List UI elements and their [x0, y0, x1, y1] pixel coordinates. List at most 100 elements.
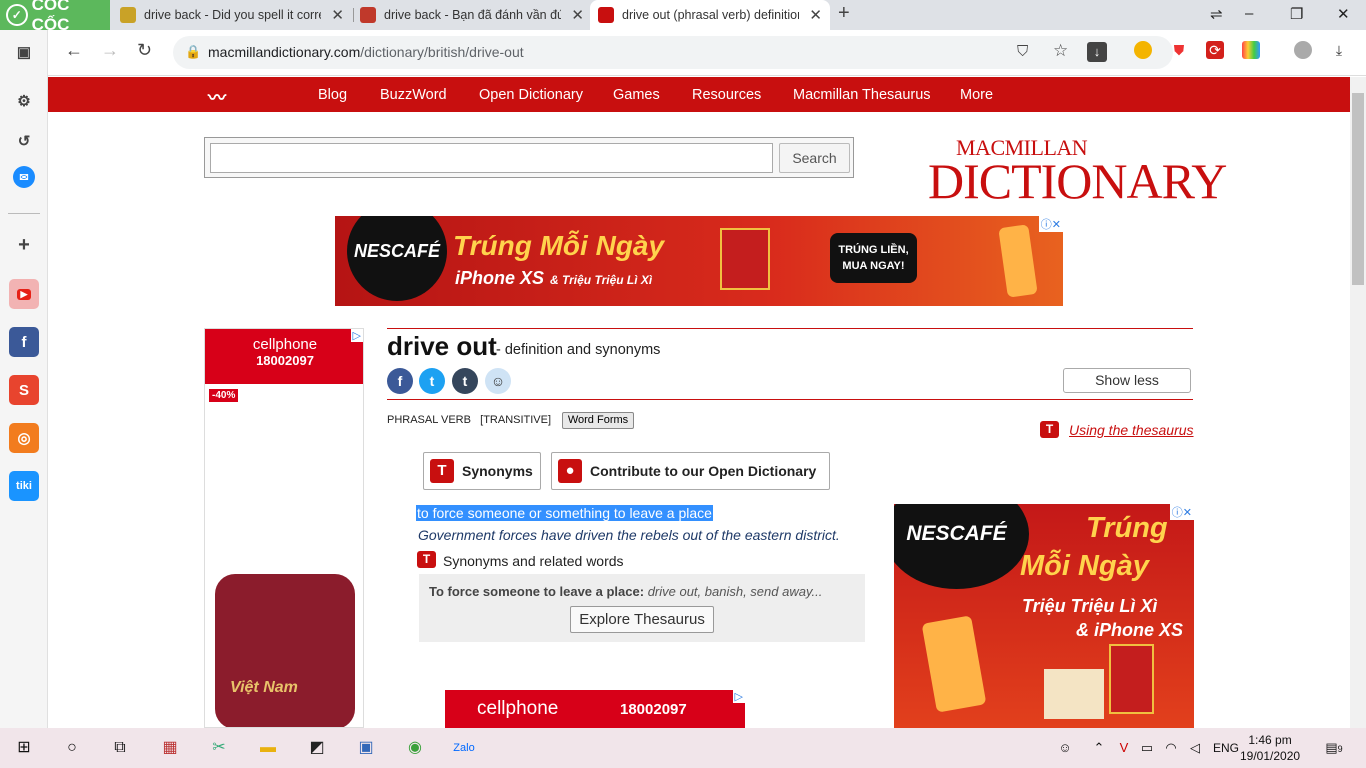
thesaurus-icon: T	[417, 551, 436, 568]
synonyms-button[interactable]: T Synonyms	[423, 452, 541, 490]
definition-text: to force someone or something to leave a…	[416, 505, 713, 521]
nav-open-dictionary[interactable]: Open Dictionary	[479, 87, 583, 103]
macmillan-dictionary-logo[interactable]: MACMILLAN DICTIONARY	[928, 135, 1227, 206]
cortana-icon[interactable]: ○	[61, 737, 83, 759]
show-less-button[interactable]: Show less	[1063, 368, 1191, 393]
settings-icon[interactable]: ⚙	[9, 86, 39, 116]
history-icon[interactable]: ↺	[9, 126, 39, 156]
close-tab-icon[interactable]: ✕	[331, 6, 344, 24]
using-thesaurus-link[interactable]: Using the thesaurus	[1069, 422, 1194, 438]
browser-brand[interactable]: ✓ CỐC CỐC	[0, 0, 110, 34]
page-scrollbar[interactable]	[1350, 77, 1366, 728]
tab-drive-back-2[interactable]: drive back - Bạn đã đánh vần đúng ✕	[352, 0, 592, 30]
ad-headline: Trúng Mỗi Ngày	[453, 230, 665, 261]
battery-icon[interactable]: ▭	[1136, 737, 1158, 759]
close-tab-icon[interactable]: ✕	[571, 6, 584, 24]
back-icon[interactable]: ←	[65, 40, 83, 61]
contribute-button[interactable]: ● Contribute to our Open Dictionary	[551, 452, 830, 490]
coccoc-logo-icon: ✓	[6, 4, 28, 26]
discount-badge: -40%	[209, 389, 239, 402]
nav-blog[interactable]: Blog	[318, 87, 347, 103]
vietkey-icon[interactable]: V	[1113, 737, 1135, 759]
tray-chevron-icon[interactable]: ⌃	[1088, 737, 1110, 759]
bottom-banner-ad[interactable]: cellphone 18002097 ▷	[445, 690, 745, 728]
zalo-icon[interactable]: Zalo	[453, 737, 475, 759]
example-sentence: Government forces have driven the rebels…	[418, 527, 840, 543]
close-tab-icon[interactable]: ✕	[809, 6, 822, 24]
input-language[interactable]: ENG	[1213, 741, 1239, 755]
tab-drive-back-1[interactable]: drive back - Did you spell it correctly …	[112, 0, 352, 30]
task-view-icon[interactable]: ⧉	[109, 737, 131, 759]
macmillan-m-logo-icon[interactable]: 〰	[208, 84, 234, 108]
sidebar-toggle-icon[interactable]: ▣	[9, 37, 39, 67]
app-calendar-icon[interactable]: ▦	[159, 737, 181, 759]
left-skyscraper-ad[interactable]: cellphone 18002097 -40% Việt Nam ▷	[204, 328, 364, 728]
ad-info-icon[interactable]: ▷	[732, 690, 745, 703]
windows-taskbar: ⊞ ○ ⧉ ▦ ✂ ▬ ◩ ▣ ◉ Zalo ☺ ⌃ V ▭ ◠ ◁ ENG 1…	[0, 728, 1366, 768]
thesaurus-icon: T	[1040, 421, 1059, 438]
tumblr-share-icon[interactable]: t	[452, 368, 478, 394]
lock-icon: 🔒	[185, 44, 202, 59]
ad-close-icon[interactable]: ⓘ✕	[1169, 504, 1194, 520]
word-forms-button[interactable]: Word Forms	[562, 412, 634, 429]
search-button[interactable]: Search	[779, 143, 850, 173]
forward-icon[interactable]: →	[101, 40, 119, 61]
facebook-share-icon[interactable]: f	[387, 368, 413, 394]
windows-start-icon[interactable]: ⊞	[13, 737, 35, 759]
search-input[interactable]	[210, 143, 773, 173]
address-bar[interactable]: 🔒 macmillandictionary.com/dictionary/bri…	[173, 36, 1173, 69]
reload-icon[interactable]: ↻	[137, 40, 152, 61]
cellphones-banner: cellphone 18002097	[205, 329, 363, 384]
extension-red-icon[interactable]: ⟳	[1206, 41, 1224, 59]
download-video-icon[interactable]: ↓	[1087, 42, 1107, 62]
app-snipping-icon[interactable]: ✂	[208, 737, 230, 759]
nav-buzzword[interactable]: BuzzWord	[380, 87, 447, 103]
tab-drive-out[interactable]: drive out (phrasal verb) definition and …	[590, 0, 830, 30]
nav-games[interactable]: Games	[613, 87, 660, 103]
wifi-icon[interactable]: ◠	[1160, 737, 1182, 759]
ad-info-icon[interactable]: ▷	[350, 329, 363, 342]
nav-thesaurus[interactable]: Macmillan Thesaurus	[793, 87, 931, 103]
extension-color-icon[interactable]	[1242, 41, 1260, 59]
volume-icon[interactable]: ◁	[1184, 737, 1206, 759]
ad-cta-button[interactable]: TRÚNG LIỀN, MUA NGAY!	[830, 233, 917, 283]
browser-sidebar: ▣ ⚙ ↺ ✉ + ▶ f S ◎ tiki	[0, 30, 48, 728]
url-text[interactable]: macmillandictionary.com/dictionary/briti…	[208, 44, 524, 60]
part-of-speech: PHRASAL VERB [TRANSITIVE]	[387, 414, 552, 426]
minimize-icon[interactable]: –	[1245, 5, 1253, 22]
messenger-icon[interactable]: ✉	[13, 166, 35, 188]
twitter-share-icon[interactable]: t	[419, 368, 445, 394]
close-window-icon[interactable]: ✕	[1337, 5, 1350, 23]
search-app-icon[interactable]: ◎	[9, 423, 39, 453]
scrollbar-thumb[interactable]	[1352, 93, 1364, 285]
sidebar-divider	[8, 213, 40, 214]
top-banner-ad[interactable]: NESCAFÉ Trúng Mỗi Ngày iPhone XS & Triệu…	[335, 216, 1063, 306]
explore-thesaurus-button[interactable]: Explore Thesaurus	[570, 606, 714, 633]
tiki-icon[interactable]: tiki	[9, 471, 39, 501]
right-rectangle-ad[interactable]: NESCAFÉ Trúng Mỗi Ngày Triệu Triệu Lì Xì…	[894, 504, 1194, 728]
extension-shield-icon[interactable]: ⛊	[1170, 41, 1188, 59]
people-icon[interactable]: ☺	[1054, 737, 1076, 759]
new-tab-icon[interactable]: +	[838, 2, 850, 25]
profile-avatar[interactable]	[1294, 41, 1312, 59]
file-explorer-icon[interactable]: ▬	[257, 737, 279, 759]
extension-chrome-icon[interactable]	[1134, 41, 1152, 59]
shield-icon[interactable]: ⛉	[1017, 43, 1028, 60]
facebook-icon[interactable]: f	[9, 327, 39, 357]
reddit-share-icon[interactable]: ☺	[485, 368, 511, 394]
nav-resources[interactable]: Resources	[692, 87, 761, 103]
system-clock[interactable]: 1:46 pm 19/01/2020	[1240, 732, 1300, 764]
maximize-icon[interactable]: ❐	[1290, 5, 1303, 23]
shopee-icon[interactable]: S	[9, 375, 39, 405]
tab-search-icon[interactable]: ⇌	[1210, 5, 1223, 23]
bookmark-star-icon[interactable]: ☆	[1053, 41, 1068, 61]
add-shortcut-icon[interactable]: +	[9, 230, 39, 260]
ad-close-icon[interactable]: ⓘ✕	[1038, 216, 1063, 232]
youtube-icon[interactable]: ▶	[9, 279, 39, 309]
app-paint-icon[interactable]: ▣	[355, 737, 377, 759]
nav-more[interactable]: More	[960, 87, 993, 103]
notifications-icon[interactable]: ▤9	[1323, 737, 1345, 759]
coccoc-taskbar-icon[interactable]: ◉	[404, 737, 426, 759]
app-notepad-icon[interactable]: ◩	[306, 737, 328, 759]
downloads-icon[interactable]: ⤓	[1330, 41, 1348, 59]
